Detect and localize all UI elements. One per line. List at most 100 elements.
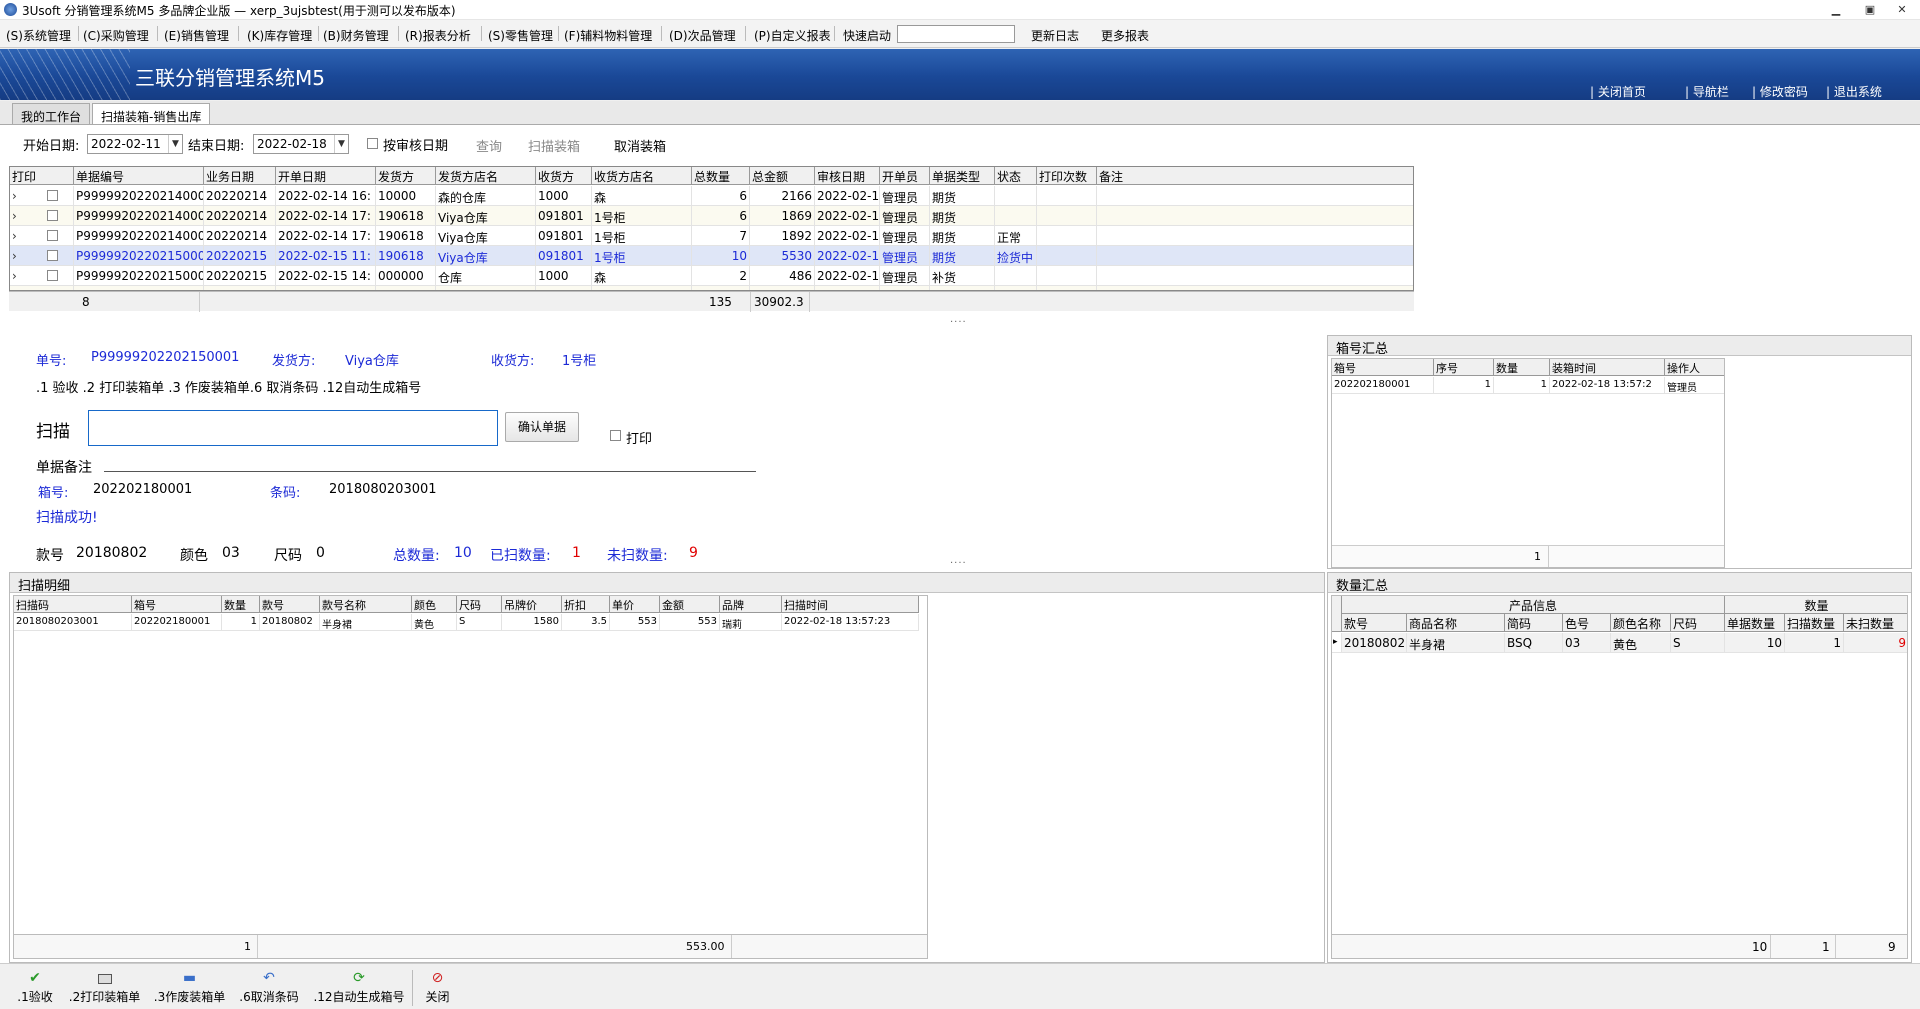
- row-expand-icon[interactable]: ›: [10, 266, 30, 286]
- grid-header[interactable]: 商品名称: [1407, 614, 1505, 632]
- row-expand-icon[interactable]: ›: [10, 246, 30, 266]
- grid-header[interactable]: 简码: [1505, 614, 1563, 632]
- close-icon: ⊘: [431, 970, 444, 986]
- grid-header[interactable]: 数量: [1494, 359, 1550, 376]
- grid-header[interactable]: 数量: [222, 596, 260, 613]
- table-row[interactable]: › P99999202202150002 20220215 2022-02-15 14…: [10, 266, 1413, 286]
- grid-header[interactable]: 扫描码: [14, 596, 132, 613]
- grid-header[interactable]: 收货方店名: [592, 167, 692, 185]
- grid-header[interactable]: 打印: [10, 167, 74, 185]
- menu-reports[interactable]: (R)报表分析: [405, 27, 471, 44]
- menu-retail[interactable]: (S)零售管理: [488, 27, 553, 44]
- end-date-picker[interactable]: 2022-02-18 ▼: [253, 134, 349, 154]
- grid-header[interactable]: 装箱时间: [1550, 359, 1665, 376]
- nav-bar-link[interactable]: | 导航栏: [1685, 83, 1729, 100]
- menu-inventory[interactable]: (K)库存管理: [247, 27, 312, 44]
- grid-header[interactable]: 折扣: [562, 596, 610, 613]
- by-audit-date-checkbox[interactable]: [367, 138, 378, 149]
- more-reports-link[interactable]: 更多报表: [1101, 27, 1149, 44]
- cancel-box-button[interactable]: 取消装箱: [614, 136, 666, 155]
- grid-header[interactable]: 开单员: [880, 167, 930, 185]
- row-expand-icon[interactable]: ›: [10, 186, 30, 206]
- grid-header[interactable]: 单据类型: [930, 167, 995, 185]
- start-date-picker[interactable]: 2022-02-11 ▼: [87, 134, 183, 154]
- menu-purchase[interactable]: (C)采购管理: [83, 27, 149, 44]
- grid-header[interactable]: 箱号: [132, 596, 222, 613]
- grid-header[interactable]: 颜色: [412, 596, 457, 613]
- row-expand-icon[interactable]: ›: [10, 206, 30, 226]
- grid-header[interactable]: 打印次数: [1037, 167, 1097, 185]
- tab-scan-boxing[interactable]: 扫描装箱-销售出库: [92, 103, 211, 125]
- restore-button[interactable]: ▣: [1862, 2, 1878, 17]
- chevron-down-icon[interactable]: ▼: [168, 135, 182, 153]
- grid-header[interactable]: 单据数量: [1725, 614, 1785, 632]
- table-row[interactable]: › P99999202202140001 20220214 2022-02-14 16…: [10, 186, 1413, 206]
- grid-header[interactable]: 扫描时间: [782, 596, 919, 613]
- grid-header[interactable]: 款号: [1342, 614, 1407, 632]
- menu-materials[interactable]: (F)辅料物料管理: [564, 27, 652, 44]
- table-row[interactable]: › P99999202202150001 20220215 2022-02-15 11…: [10, 246, 1413, 266]
- grid-header[interactable]: 金额: [660, 596, 720, 613]
- confirm-order-button[interactable]: 确认单据: [505, 412, 579, 442]
- grid-header[interactable]: 箱号: [1332, 359, 1434, 376]
- close-home-link[interactable]: | 关闭首页: [1590, 83, 1646, 100]
- grid-header[interactable]: 操作人: [1665, 359, 1724, 376]
- tab-workbench[interactable]: 我的工作台: [12, 103, 91, 125]
- void-packing-list-button[interactable]: ▬ .3作废装箱单: [152, 968, 227, 1009]
- close-button[interactable]: ⊘ 关闭: [410, 968, 465, 1009]
- changelog-link[interactable]: 更新日志: [1031, 27, 1079, 44]
- query-button[interactable]: 查询: [476, 136, 502, 155]
- cancel-barcode-button[interactable]: ↶ .6取消条码: [234, 968, 304, 1009]
- menu-defects[interactable]: (D)次品管理: [669, 27, 736, 44]
- grid-header[interactable]: 单价: [610, 596, 660, 613]
- quick-start-input[interactable]: [897, 25, 1015, 43]
- grid-header[interactable]: 尺码: [457, 596, 502, 613]
- grid-header[interactable]: 款号名称: [320, 596, 412, 613]
- grid-header[interactable]: 业务日期: [204, 167, 276, 185]
- grid-header[interactable]: 单据编号: [74, 167, 204, 185]
- grid-header[interactable]: 开单日期: [276, 167, 376, 185]
- grid-header[interactable]: 品牌: [720, 596, 782, 613]
- scan-detail-panel: 扫描明细 扫描码 箱号 数量 款号 款号名称 颜色 尺码 吊牌价 折扣 单价 金额 品牌 扫描时间 20…: [9, 572, 1325, 963]
- grid-header[interactable]: 总数量: [692, 167, 750, 185]
- grid-header[interactable]: 收货方: [536, 167, 592, 185]
- auto-box-number-button[interactable]: ⟳ .12自动生成箱号: [313, 968, 405, 1009]
- grid-header[interactable]: 未扫数量: [1844, 614, 1907, 632]
- table-row[interactable]: › P99999202202140002 20220214 2022-02-14 17…: [10, 206, 1413, 226]
- grid-cell: [995, 186, 1037, 206]
- grid-header[interactable]: 序号: [1434, 359, 1494, 376]
- chevron-down-icon[interactable]: ▼: [334, 135, 348, 153]
- grid-header[interactable]: 备注: [1097, 167, 1413, 185]
- close-window-button[interactable]: ✕: [1894, 2, 1910, 17]
- splitter-handle[interactable]: ····: [950, 558, 967, 569]
- scan-box-button[interactable]: 扫描装箱: [528, 136, 580, 155]
- minimize-button[interactable]: ▁: [1828, 2, 1844, 17]
- grid-header[interactable]: 款号: [260, 596, 320, 613]
- grid-header[interactable]: 发货方: [376, 167, 436, 185]
- menu-finance[interactable]: (B)财务管理: [323, 27, 389, 44]
- grid-cell: 2166: [750, 186, 815, 206]
- accept-button[interactable]: ✔ .1验收: [0, 968, 70, 1009]
- grid-header[interactable]: 扫描数量: [1785, 614, 1844, 632]
- grid-header[interactable]: 尺码: [1671, 614, 1725, 632]
- grid-header[interactable]: 发货方店名: [436, 167, 536, 185]
- logout-link[interactable]: | 退出系统: [1826, 83, 1882, 100]
- grid-cell: 202202180001: [132, 614, 222, 631]
- grid-header[interactable]: 审核日期: [815, 167, 880, 185]
- change-password-link[interactable]: | 修改密码: [1752, 83, 1808, 100]
- table-row[interactable]: › P99999202202140003 20220214 2022-02-14 17…: [10, 226, 1413, 246]
- splitter-handle[interactable]: ····: [950, 317, 967, 328]
- menu-sales[interactable]: (E)销售管理: [164, 27, 229, 44]
- grid-header[interactable]: 总金额: [750, 167, 815, 185]
- print-packing-list-button[interactable]: .2打印装箱单: [67, 968, 142, 1009]
- menu-system[interactable]: (S)系统管理: [6, 27, 71, 44]
- row-expand-icon[interactable]: ›: [10, 226, 30, 246]
- scan-input[interactable]: [88, 410, 498, 446]
- print-checkbox[interactable]: [610, 430, 621, 441]
- menu-custom-reports[interactable]: (P)自定义报表: [754, 27, 831, 44]
- grid-header[interactable]: 状态: [995, 167, 1037, 185]
- grid-header[interactable]: 颜色名称: [1611, 614, 1671, 632]
- grid-header[interactable]: 色号: [1563, 614, 1611, 632]
- grid-cell: 管理员: [880, 246, 930, 266]
- grid-header[interactable]: 吊牌价: [502, 596, 562, 613]
